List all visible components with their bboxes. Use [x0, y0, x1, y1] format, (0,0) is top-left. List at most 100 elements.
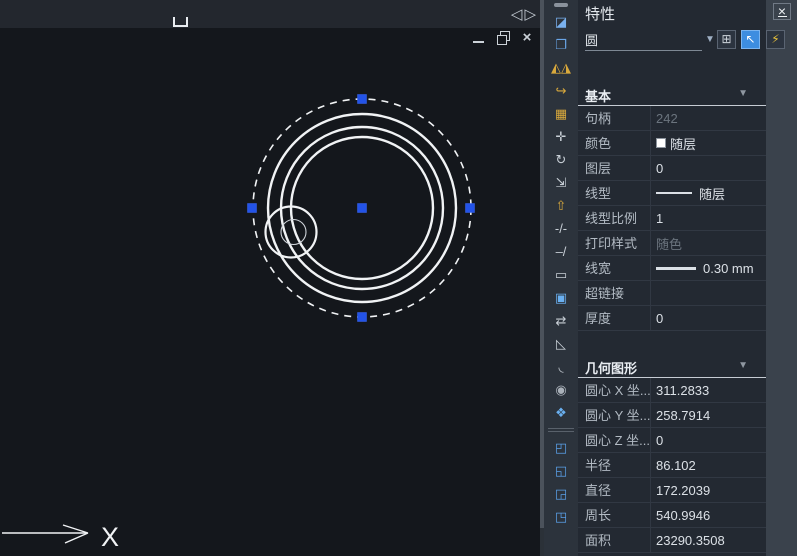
property-label: 超链接 [578, 281, 650, 305]
collapse-chevron-icon[interactable]: ▼ [738, 360, 748, 371]
property-value[interactable]: 0.30 mm [650, 256, 766, 280]
property-value-text: 242 [656, 111, 678, 126]
application-window: ◁ ▷ × X ◪❐◭◮↪▦✛↻⇲⇧-/-–/▭▣⇄◺◟◉❖◰◱◲◳ 特性 × … [0, 0, 797, 556]
property-row: 图层 0 [578, 156, 766, 181]
property-value[interactable]: 随层 [650, 131, 766, 155]
property-row: 面积 23290.3508 [578, 528, 766, 553]
drawing-canvas[interactable]: X [0, 0, 540, 556]
rectangle-icon[interactable]: ▭ [544, 263, 578, 286]
chevron-down-icon[interactable]: ▼ [705, 34, 715, 45]
property-value[interactable] [650, 281, 766, 305]
property-value-text: 311.2833 [656, 383, 709, 398]
property-row: 直径 172.2039 [578, 478, 766, 503]
line-sample-icon [656, 192, 692, 194]
property-label: 图层 [578, 156, 650, 180]
fillet-icon[interactable]: ◟ [544, 355, 578, 378]
property-value: 随色 [650, 231, 766, 255]
property-value[interactable]: 0 [650, 428, 766, 452]
property-value-text: 0 [656, 161, 663, 176]
section-header[interactable]: 基本 ▼ [578, 84, 766, 106]
extend-icon[interactable]: –/ [544, 240, 578, 263]
stretch-icon[interactable]: ⇧ [544, 194, 578, 217]
property-value-text: 258.7914 [656, 408, 710, 423]
property-row: 周长 540.9946 [578, 503, 766, 528]
property-value-text: 随层 [699, 184, 725, 203]
property-row: 句柄 242 [578, 106, 766, 131]
property-label: 线型 [578, 181, 650, 205]
offset-icon[interactable]: ↪ [544, 79, 578, 102]
grip-left[interactable] [248, 204, 257, 213]
group-icon[interactable]: ◰ [544, 436, 578, 459]
select-objects-button[interactable]: ↖ [741, 30, 760, 49]
property-row: 圆心 X 坐... 311.2833 [578, 378, 766, 403]
property-row: 超链接 [578, 281, 766, 306]
panel-close-button[interactable]: × [773, 3, 791, 20]
property-row: 打印样式 随色 [578, 231, 766, 256]
copy-icon[interactable]: ❐ [544, 33, 578, 56]
trim-icon[interactable]: -/- [544, 217, 578, 240]
panel-scrollbar-track[interactable] [766, 0, 797, 556]
line-sample-icon [656, 267, 696, 270]
scale-icon[interactable]: ⇲ [544, 171, 578, 194]
group-edit-icon[interactable]: ◲ [544, 482, 578, 505]
grip-right[interactable] [466, 204, 475, 213]
ucs-x-label: X [101, 522, 119, 552]
property-value[interactable]: 311.2833 [650, 378, 766, 402]
property-value[interactable]: 1 [650, 206, 766, 230]
rotate-icon[interactable]: ↻ [544, 148, 578, 171]
ungroup-icon[interactable]: ◱ [544, 459, 578, 482]
ucs-x-axis [65, 533, 88, 543]
property-value-text: 23290.3508 [656, 533, 725, 548]
toolbar-drag-handle[interactable] [554, 3, 568, 7]
property-value[interactable]: 86.102 [650, 453, 766, 477]
property-value: 242 [650, 106, 766, 130]
quick-select-button[interactable]: ⚡ [766, 30, 785, 49]
color-swatch [656, 138, 666, 148]
property-label: 句柄 [578, 106, 650, 130]
edit-polyline-icon[interactable]: ▣ [544, 286, 578, 309]
grip-top[interactable] [358, 95, 367, 104]
property-value[interactable]: 172.2039 [650, 478, 766, 502]
panel-title: 特性 [585, 3, 615, 24]
break-icon[interactable]: ⇄ [544, 309, 578, 332]
property-label: 周长 [578, 503, 650, 527]
property-label: 颜色 [578, 131, 650, 155]
property-value-text: 随层 [670, 134, 696, 153]
property-label: 打印样式 [578, 231, 650, 255]
property-value[interactable]: 258.7914 [650, 403, 766, 427]
object-type-select[interactable]: 圆 [585, 30, 702, 51]
chamfer-icon[interactable]: ◺ [544, 332, 578, 355]
property-value-text: 172.2039 [656, 483, 710, 498]
property-value[interactable]: 540.9946 [650, 503, 766, 527]
property-value-text: 86.102 [656, 458, 696, 473]
property-row: 线宽 0.30 mm [578, 256, 766, 281]
property-row: 圆心 Y 坐... 258.7914 [578, 403, 766, 428]
property-label: 线型比例 [578, 206, 650, 230]
property-value[interactable]: 23290.3508 [650, 528, 766, 552]
ucs-x-axis [63, 525, 88, 533]
mirror-icon[interactable]: ◭◮ [544, 56, 578, 79]
group-selection-icon[interactable]: ◳ [544, 505, 578, 528]
section-header[interactable]: 几何图形 ▼ [578, 356, 766, 378]
toolbar-separator [548, 428, 574, 432]
drawing-area[interactable]: ◁ ▷ × X [0, 0, 540, 556]
move-icon[interactable]: ✛ [544, 125, 578, 148]
property-section: 几何图形 ▼ 圆心 X 坐... 311.2833 圆心 Y 坐... 258.… [578, 356, 766, 553]
property-row: 半径 86.102 [578, 453, 766, 478]
clip-icon[interactable]: ❖ [544, 401, 578, 424]
property-row: 圆心 Z 坐... 0 [578, 428, 766, 453]
erase-icon[interactable]: ◪ [544, 10, 578, 33]
property-value[interactable]: 0 [650, 306, 766, 330]
toggle-pickadd-button[interactable]: ⊞ [717, 30, 736, 49]
property-value[interactable]: 随层 [650, 181, 766, 205]
grip-bottom[interactable] [358, 313, 367, 322]
property-label: 圆心 X 坐... [578, 378, 650, 402]
blend-curves-icon[interactable]: ◉ [544, 378, 578, 401]
property-label: 圆心 Y 坐... [578, 403, 650, 427]
grip-center[interactable] [358, 204, 367, 213]
array-icon[interactable]: ▦ [544, 102, 578, 125]
property-value[interactable]: 0 [650, 156, 766, 180]
property-value-text: 随色 [656, 234, 682, 253]
collapse-chevron-icon[interactable]: ▼ [738, 88, 748, 99]
property-row: 厚度 0 [578, 306, 766, 331]
